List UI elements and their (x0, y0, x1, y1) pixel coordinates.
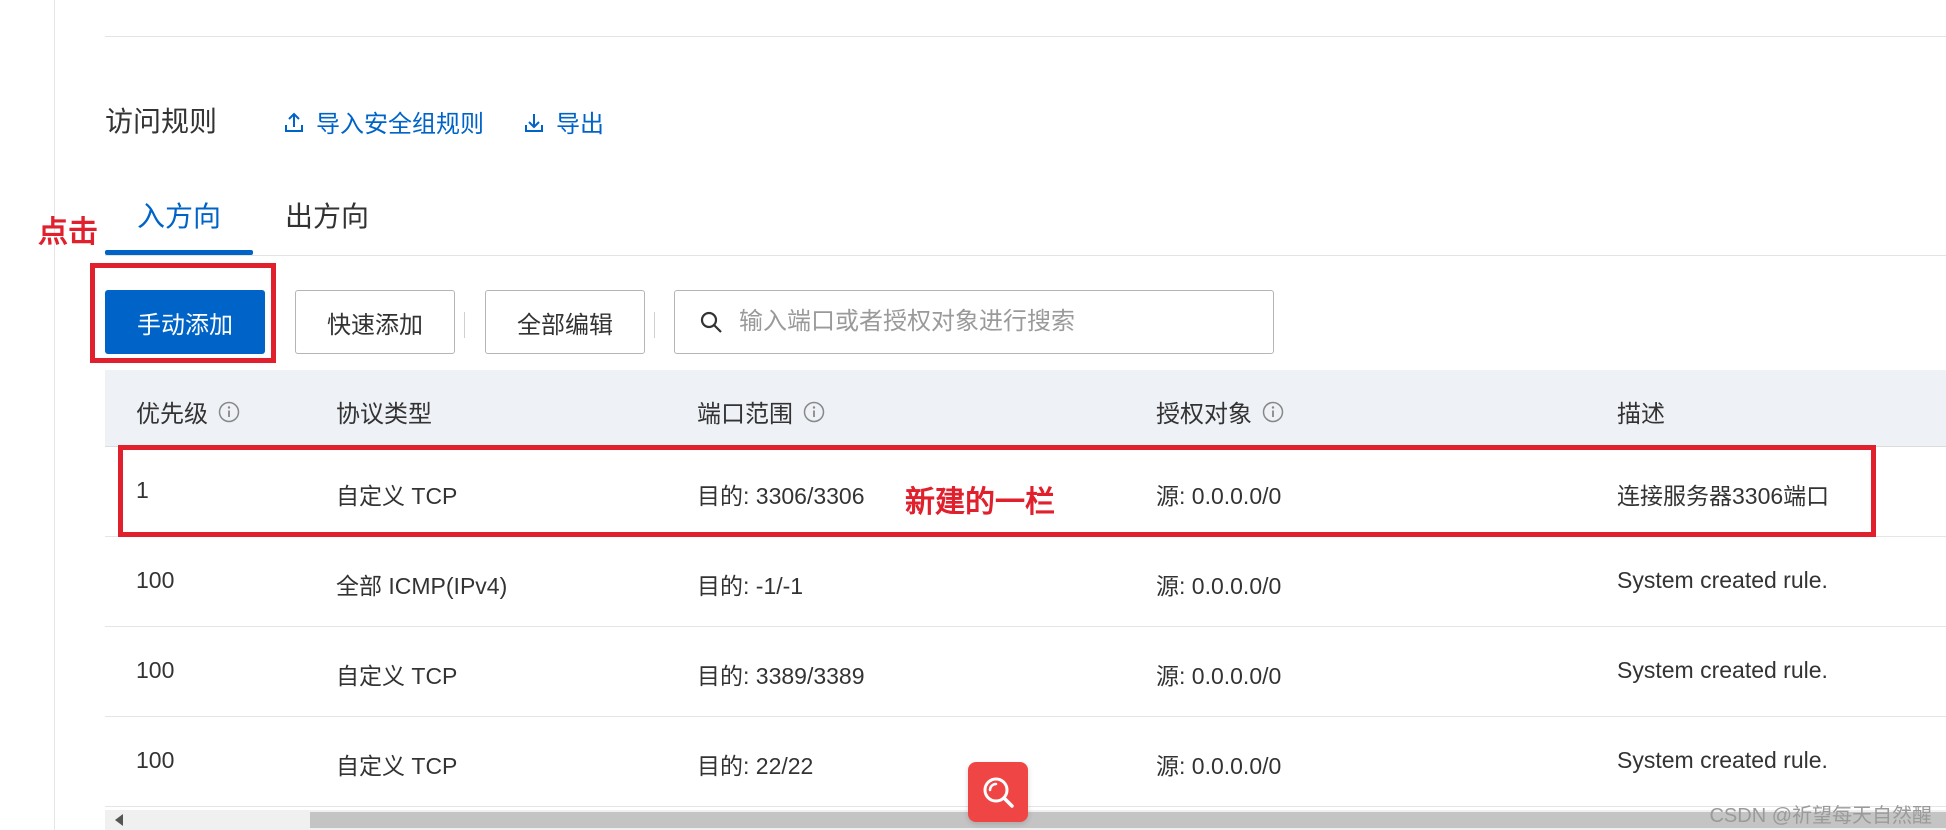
cell-protocol: 自定义 TCP (336, 663, 458, 689)
info-icon[interactable] (218, 401, 240, 423)
import-rules-label: 导入安全组规则 (316, 111, 484, 138)
header-auth-object: 授权对象 (1156, 394, 1284, 429)
annotation-new-row: 新建的一栏 (905, 486, 1055, 519)
tab-outbound[interactable]: 出方向 (285, 195, 369, 235)
header-description-label: 描述 (1617, 401, 1665, 428)
header-port-range-label: 端口范围 (697, 401, 793, 428)
export-label: 导出 (556, 111, 604, 138)
scroll-left-arrow-icon[interactable] (115, 814, 123, 826)
cell-source: 源: 0.0.0.0/0 (1156, 663, 1282, 689)
tabs-divider (105, 255, 1946, 256)
download-icon (525, 113, 543, 132)
toolbar-separator (464, 312, 465, 338)
header-priority-label: 优先级 (136, 401, 208, 428)
export-link[interactable]: 导出 (524, 104, 604, 139)
header-auth-object-label: 授权对象 (1156, 401, 1252, 428)
cell-source: 源: 0.0.0.0/0 (1156, 573, 1282, 599)
search-box[interactable] (674, 290, 1274, 354)
info-icon[interactable] (1262, 401, 1284, 423)
watermark: CSDN @祈望每天自然醒 (1709, 805, 1932, 827)
cell-description: System created rule. (1617, 747, 1828, 773)
table-header: 优先级 协议类型 端口范围 授权对象 描述 (105, 370, 1946, 447)
cell-port: 目的: -1/-1 (697, 573, 804, 599)
header-port-range: 端口范围 (697, 394, 825, 429)
quick-add-button[interactable]: 快速添加 (295, 290, 455, 354)
rules-table: 优先级 协议类型 端口范围 授权对象 描述 1 自定义 TCP 目的: 3306… (105, 370, 1946, 807)
left-border (54, 0, 55, 830)
cell-source: 源: 0.0.0.0/0 (1156, 753, 1282, 779)
edit-all-button[interactable]: 全部编辑 (485, 290, 645, 354)
header-protocol: 协议类型 (336, 394, 432, 429)
cell-port: 目的: 3389/3389 (697, 663, 865, 689)
header-priority: 优先级 (136, 394, 240, 429)
upload-icon (285, 112, 303, 132)
cell-protocol: 自定义 TCP (336, 753, 458, 779)
import-rules-link[interactable]: 导入安全组规则 (284, 104, 484, 139)
cell-protocol: 全部 ICMP(IPv4) (336, 573, 508, 599)
search-fab-button[interactable] (968, 762, 1028, 822)
toolbar-separator (654, 312, 655, 338)
section-title: 访问规则 (105, 106, 218, 137)
annotation-box-manual-add (90, 263, 276, 363)
header-protocol-label: 协议类型 (336, 401, 432, 428)
cell-description: System created rule. (1617, 567, 1828, 593)
search-icon (700, 311, 722, 333)
cell-port: 目的: 22/22 (697, 753, 814, 779)
cell-priority: 100 (136, 567, 175, 593)
cell-description: System created rule. (1617, 657, 1828, 683)
top-divider (105, 36, 1946, 37)
annotation-click: 点击 (38, 216, 98, 249)
cell-priority: 100 (136, 747, 175, 773)
table-row[interactable]: 100 全部 ICMP(IPv4) 目的: -1/-1 源: 0.0.0.0/0… (105, 537, 1946, 627)
search-input[interactable] (737, 307, 1261, 337)
cell-priority: 100 (136, 657, 175, 683)
info-icon[interactable] (803, 401, 825, 423)
tab-inbound[interactable]: 入方向 (137, 195, 221, 235)
table-row[interactable]: 100 自定义 TCP 目的: 3389/3389 源: 0.0.0.0/0 S… (105, 627, 1946, 717)
active-tab-indicator (105, 250, 253, 255)
scrollbar-thumb[interactable] (310, 812, 1946, 828)
search-fab-icon (983, 777, 1014, 808)
header-description: 描述 (1617, 394, 1665, 429)
